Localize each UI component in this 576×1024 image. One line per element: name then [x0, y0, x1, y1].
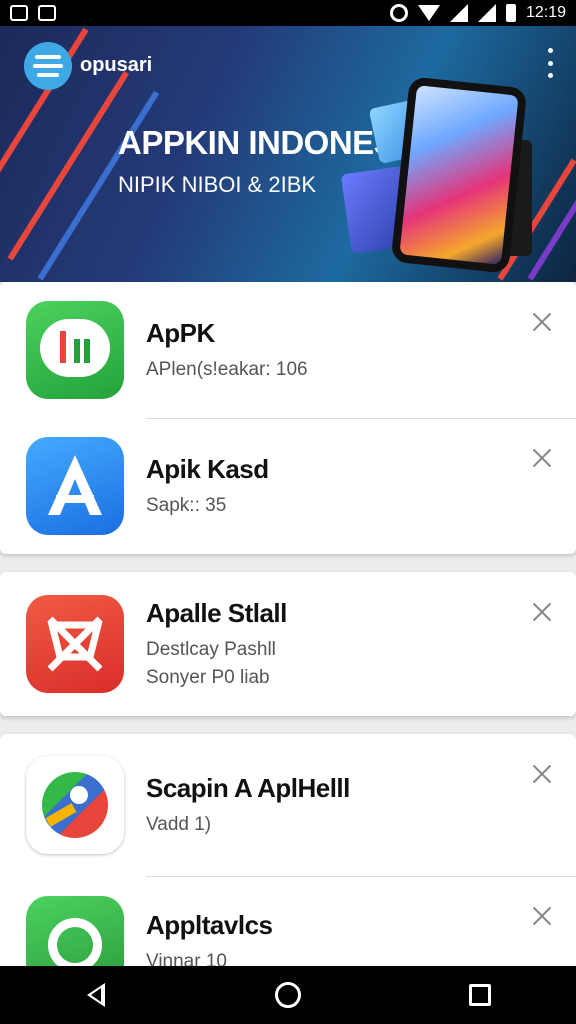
dismiss-button[interactable] [532, 764, 552, 784]
dismiss-button[interactable] [532, 906, 552, 926]
app-name: Apalle Stlall [146, 597, 287, 628]
app-notification-icon [38, 5, 56, 21]
app-name: Apik Kasd [146, 453, 269, 484]
alarm-icon [389, 4, 408, 22]
header-banner: opusari APPKIN INDONESIA NIPIK NIBOI & 2… [0, 26, 576, 282]
battery-icon [505, 4, 516, 22]
app-name: Scapin A AplHelll [146, 772, 350, 803]
back-triangle-icon [87, 983, 105, 1007]
wifi-icon [417, 5, 440, 21]
crossed-cart-icon [26, 595, 124, 693]
app-detail: APlen(s!eakar: 106 [146, 358, 308, 380]
status-bar: 12:19 [0, 0, 576, 26]
signal-icon-2 [477, 4, 496, 22]
home-circle-icon [275, 982, 301, 1008]
app-card: ApPK APlen(s!eakar: 106 Apik Kasd Sapk::… [0, 282, 576, 554]
app-row[interactable]: Apalle Stlall Destlcay Pashll Sonyer P0 … [0, 572, 576, 716]
app-name: Appltavlcs [146, 910, 273, 940]
overflow-menu-button[interactable] [544, 48, 556, 78]
colorful-bird-icon [26, 756, 124, 854]
banner-subline: NIPIK NIBOI & 2IBK [118, 172, 317, 197]
app-detail: Destlcay Pashll [146, 638, 276, 660]
recents-button[interactable] [450, 966, 510, 1024]
dismiss-button[interactable] [532, 602, 552, 622]
app-list: ApPK APlen(s!eakar: 106 Apik Kasd Sapk::… [0, 282, 576, 1014]
status-time: 12:19 [525, 4, 566, 21]
app-store-a-icon [26, 437, 124, 535]
brand-logo-icon [24, 42, 72, 90]
app-row[interactable]: ApPK APlen(s!eakar: 106 [0, 282, 576, 418]
app-card: Scapin A AplHelll Vadd 1) Appltavlcs Vin… [0, 734, 576, 996]
dismiss-button[interactable] [532, 312, 552, 332]
app-card: Apalle Stlall Destlcay Pashll Sonyer P0 … [0, 572, 576, 716]
app-detail: Vadd 1) [146, 813, 212, 835]
app-row[interactable]: Apik Kasd Sapk:: 35 [0, 418, 576, 554]
navigation-bar [0, 966, 576, 1024]
brand-name: opusari [80, 54, 153, 76]
app-detail: Sapk:: 35 [146, 494, 227, 516]
back-button[interactable] [66, 966, 126, 1024]
phone-illustration [390, 76, 528, 274]
app-detail: Sonyer P0 liab [146, 666, 270, 688]
app-row[interactable]: Scapin A AplHelll Vadd 1) [0, 734, 576, 876]
app-name: ApPK [146, 317, 215, 348]
gallery-notification-icon [10, 5, 28, 21]
recents-square-icon [469, 984, 491, 1006]
signal-icon [449, 4, 468, 22]
home-button[interactable] [258, 966, 318, 1024]
dismiss-button[interactable] [532, 448, 552, 468]
chat-arrows-icon [26, 301, 124, 399]
